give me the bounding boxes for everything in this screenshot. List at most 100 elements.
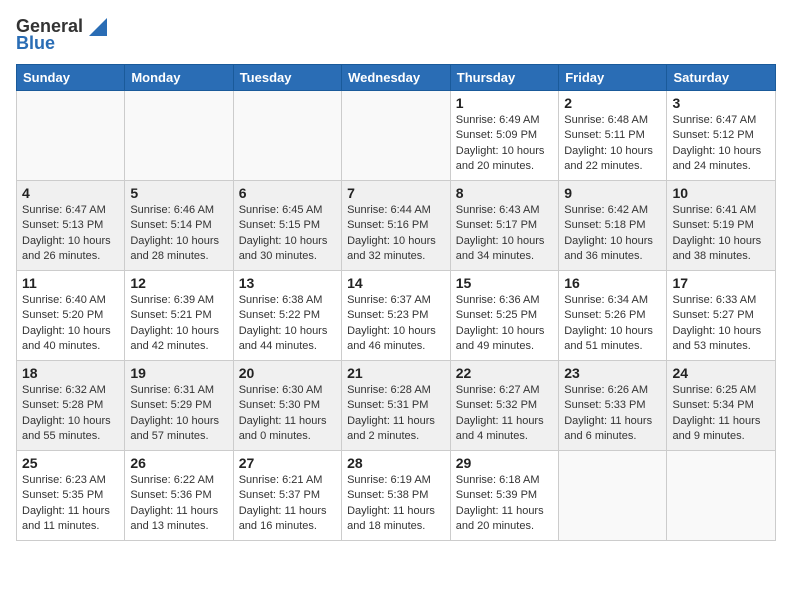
weekday-header-row: SundayMondayTuesdayWednesdayThursdayFrid…: [17, 65, 776, 91]
calendar-week-row-2: 4 Sunrise: 6:47 AM Sunset: 5:13 PM Daylig…: [17, 181, 776, 271]
calendar-cell: [125, 91, 233, 181]
calendar-cell: 5Sunrise: 6:46 AM Sunset: 5:14 PM Daylig…: [125, 181, 233, 271]
day-info: Sunrise: 6:47 AM Sunset: 5:13 PM Dayligh…: [22, 203, 119, 265]
calendar-cell: 13 Sunrise: 6:38 AM Sunset: 5:22 PM Dayli…: [233, 271, 341, 361]
day-info: Sunrise: 6:19 AM Sunset: 5:38 PM Dayligh…: [347, 473, 445, 535]
day-info: Sunrise: 6:38 AM Sunset: 5:22 PM Dayligh…: [239, 293, 336, 355]
day-number: 15: [456, 275, 553, 291]
calendar-cell: 29 Sunrise: 6:18 AM Sunset: 5:39 PM Dayli…: [450, 451, 558, 541]
day-number: 28: [347, 455, 445, 471]
weekday-header-monday: Monday: [125, 65, 233, 91]
day-number: 10: [672, 185, 770, 201]
day-number: 22: [456, 365, 553, 381]
header: General Blue: [16, 16, 776, 54]
day-number: 21: [347, 365, 445, 381]
calendar-cell: 10 Sunrise: 6:41 AM Sunset: 5:19 PM Dayli…: [667, 181, 776, 271]
day-info: Sunrise: 6:28 AM Sunset: 5:31 PM Dayligh…: [347, 383, 445, 445]
calendar-week-row-3: 11Sunrise: 6:40 AM Sunset: 5:20 PM Dayli…: [17, 271, 776, 361]
day-info: Sunrise: 6:18 AM Sunset: 5:39 PM Dayligh…: [456, 473, 553, 535]
calendar-cell: 26 Sunrise: 6:22 AM Sunset: 5:36 PM Dayli…: [125, 451, 233, 541]
calendar-cell: 8 Sunrise: 6:43 AM Sunset: 5:17 PM Daylig…: [450, 181, 558, 271]
weekday-header-saturday: Saturday: [667, 65, 776, 91]
day-number: 3: [672, 95, 770, 111]
day-info: Sunrise: 6:25 AM Sunset: 5:34 PM Dayligh…: [672, 383, 770, 445]
day-info: Sunrise: 6:47 AM Sunset: 5:12 PM Dayligh…: [672, 113, 770, 175]
calendar-cell: 3 Sunrise: 6:47 AM Sunset: 5:12 PM Daylig…: [667, 91, 776, 181]
calendar-cell: [342, 91, 451, 181]
day-info: Sunrise: 6:43 AM Sunset: 5:17 PM Dayligh…: [456, 203, 553, 265]
day-info: Sunrise: 6:22 AM Sunset: 5:36 PM Dayligh…: [130, 473, 227, 535]
day-info: Sunrise: 6:32 AM Sunset: 5:28 PM Dayligh…: [22, 383, 119, 445]
weekday-header-tuesday: Tuesday: [233, 65, 341, 91]
day-info: Sunrise: 6:48 AM Sunset: 5:11 PM Dayligh…: [564, 113, 661, 175]
day-info: Sunrise: 6:34 AM Sunset: 5:26 PM Dayligh…: [564, 293, 661, 355]
calendar-cell: 21 Sunrise: 6:28 AM Sunset: 5:31 PM Dayli…: [342, 361, 451, 451]
day-info: Sunrise: 6:45 AM Sunset: 5:15 PM Dayligh…: [239, 203, 336, 265]
calendar-cell: [559, 451, 667, 541]
calendar-cell: 23 Sunrise: 6:26 AM Sunset: 5:33 PM Dayli…: [559, 361, 667, 451]
day-number: 17: [672, 275, 770, 291]
calendar-week-row-1: 1 Sunrise: 6:49 AM Sunset: 5:09 PM Daylig…: [17, 91, 776, 181]
day-number: 11: [22, 275, 119, 291]
day-info: Sunrise: 6:49 AM Sunset: 5:09 PM Dayligh…: [456, 113, 553, 175]
day-info: Sunrise: 6:42 AM Sunset: 5:18 PM Dayligh…: [564, 203, 661, 265]
day-number: 12: [130, 275, 227, 291]
calendar-cell: 6Sunrise: 6:45 AM Sunset: 5:15 PM Daylig…: [233, 181, 341, 271]
day-number: 29: [456, 455, 553, 471]
day-number: 26: [130, 455, 227, 471]
logo-blue: Blue: [16, 33, 55, 54]
day-number: 14: [347, 275, 445, 291]
day-info: Sunrise: 6:26 AM Sunset: 5:33 PM Dayligh…: [564, 383, 661, 445]
day-number: 16: [564, 275, 661, 291]
calendar-cell: [667, 451, 776, 541]
calendar-cell: [233, 91, 341, 181]
calendar-cell: 9 Sunrise: 6:42 AM Sunset: 5:18 PM Daylig…: [559, 181, 667, 271]
calendar-cell: 18 Sunrise: 6:32 AM Sunset: 5:28 PM Dayli…: [17, 361, 125, 451]
calendar-cell: 19 Sunrise: 6:31 AM Sunset: 5:29 PM Dayli…: [125, 361, 233, 451]
calendar-cell: 20 Sunrise: 6:30 AM Sunset: 5:30 PM Dayli…: [233, 361, 341, 451]
calendar-week-row-4: 18 Sunrise: 6:32 AM Sunset: 5:28 PM Dayli…: [17, 361, 776, 451]
day-number: 7: [347, 185, 445, 201]
day-number: 20: [239, 365, 336, 381]
calendar-cell: 12 Sunrise: 6:39 AM Sunset: 5:21 PM Dayli…: [125, 271, 233, 361]
logo: General Blue: [16, 16, 107, 54]
day-info: Sunrise: 6:41 AM Sunset: 5:19 PM Dayligh…: [672, 203, 770, 265]
day-number: 18: [22, 365, 119, 381]
day-info: Sunrise: 6:21 AM Sunset: 5:37 PM Dayligh…: [239, 473, 336, 535]
calendar-cell: [17, 91, 125, 181]
day-number: 27: [239, 455, 336, 471]
calendar-cell: 7 Sunrise: 6:44 AM Sunset: 5:16 PM Daylig…: [342, 181, 451, 271]
calendar-cell: 22Sunrise: 6:27 AM Sunset: 5:32 PM Dayli…: [450, 361, 558, 451]
calendar-cell: 11Sunrise: 6:40 AM Sunset: 5:20 PM Dayli…: [17, 271, 125, 361]
calendar-cell: 1 Sunrise: 6:49 AM Sunset: 5:09 PM Daylig…: [450, 91, 558, 181]
day-number: 9: [564, 185, 661, 201]
day-info: Sunrise: 6:37 AM Sunset: 5:23 PM Dayligh…: [347, 293, 445, 355]
calendar-cell: 4 Sunrise: 6:47 AM Sunset: 5:13 PM Daylig…: [17, 181, 125, 271]
day-info: Sunrise: 6:39 AM Sunset: 5:21 PM Dayligh…: [130, 293, 227, 355]
day-number: 5: [130, 185, 227, 201]
day-info: Sunrise: 6:30 AM Sunset: 5:30 PM Dayligh…: [239, 383, 336, 445]
day-number: 19: [130, 365, 227, 381]
day-info: Sunrise: 6:33 AM Sunset: 5:27 PM Dayligh…: [672, 293, 770, 355]
weekday-header-thursday: Thursday: [450, 65, 558, 91]
calendar-week-row-5: 25Sunrise: 6:23 AM Sunset: 5:35 PM Dayli…: [17, 451, 776, 541]
calendar-cell: 16 Sunrise: 6:34 AM Sunset: 5:26 PM Dayli…: [559, 271, 667, 361]
calendar-cell: 17 Sunrise: 6:33 AM Sunset: 5:27 PM Dayli…: [667, 271, 776, 361]
weekday-header-friday: Friday: [559, 65, 667, 91]
calendar: SundayMondayTuesdayWednesdayThursdayFrid…: [16, 64, 776, 541]
day-number: 2: [564, 95, 661, 111]
day-number: 24: [672, 365, 770, 381]
calendar-cell: 25Sunrise: 6:23 AM Sunset: 5:35 PM Dayli…: [17, 451, 125, 541]
weekday-header-wednesday: Wednesday: [342, 65, 451, 91]
day-info: Sunrise: 6:44 AM Sunset: 5:16 PM Dayligh…: [347, 203, 445, 265]
day-number: 1: [456, 95, 553, 111]
day-number: 8: [456, 185, 553, 201]
day-info: Sunrise: 6:31 AM Sunset: 5:29 PM Dayligh…: [130, 383, 227, 445]
logo-icon: [85, 18, 107, 36]
day-number: 13: [239, 275, 336, 291]
weekday-header-sunday: Sunday: [17, 65, 125, 91]
day-number: 23: [564, 365, 661, 381]
day-number: 4: [22, 185, 119, 201]
calendar-cell: 2 Sunrise: 6:48 AM Sunset: 5:11 PM Daylig…: [559, 91, 667, 181]
calendar-cell: 14 Sunrise: 6:37 AM Sunset: 5:23 PM Dayli…: [342, 271, 451, 361]
